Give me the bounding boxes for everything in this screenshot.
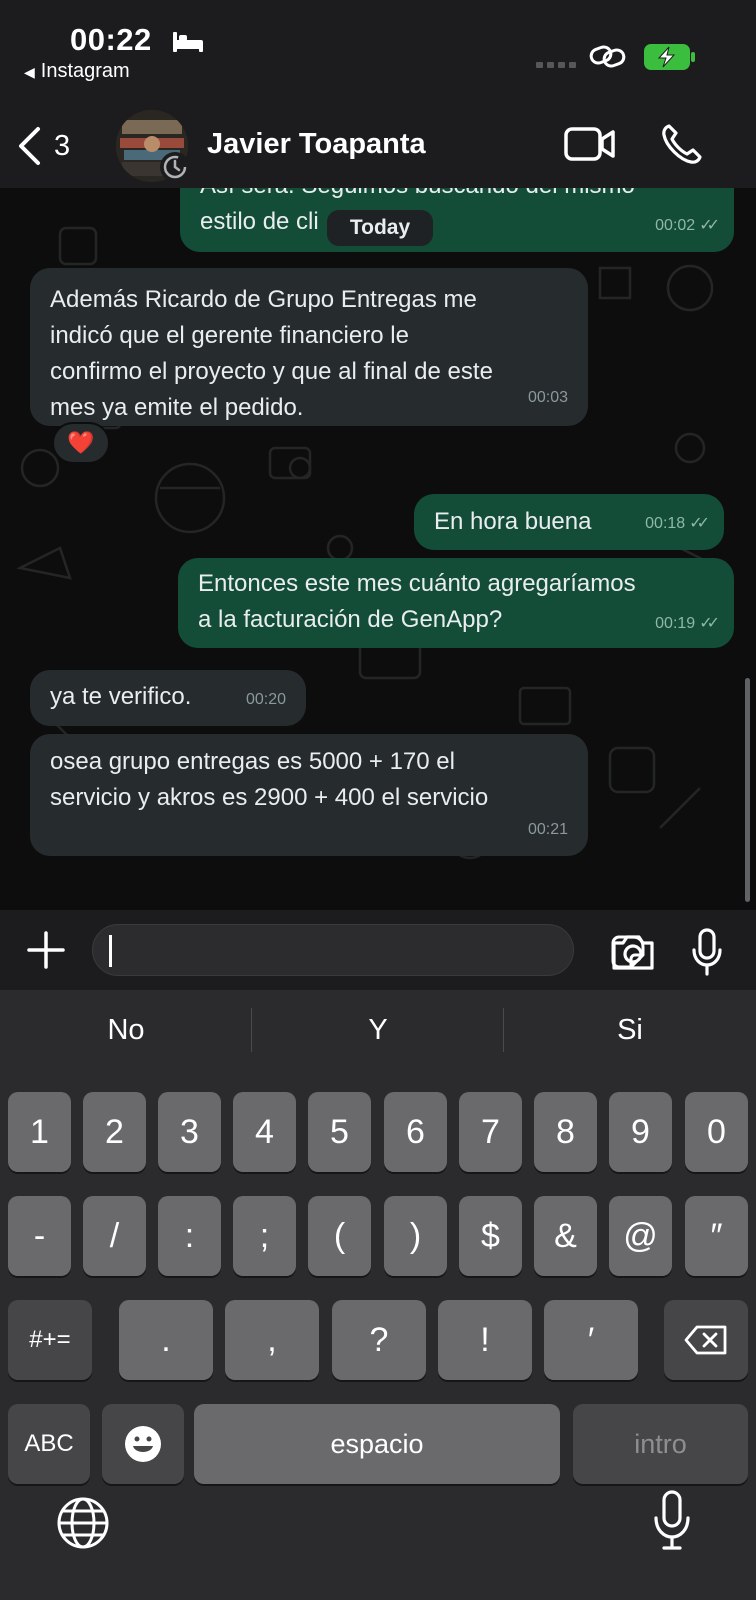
scrollbar[interactable]	[745, 678, 750, 902]
chevron-left-icon	[19, 127, 40, 165]
backspace-icon	[684, 1325, 727, 1355]
message-text: ya te verifico.	[50, 683, 192, 710]
message-bubble[interactable]: ya te verifico. 00:20	[30, 670, 306, 726]
camera-icon[interactable]	[610, 932, 656, 972]
key-at[interactable]: @	[609, 1196, 672, 1276]
key-ampersand[interactable]: &	[534, 1196, 597, 1276]
back-arrow-icon: ◀	[24, 64, 35, 80]
double-check-icon: ✓✓	[699, 217, 720, 234]
key-apostrophe[interactable]: ′	[544, 1300, 638, 1380]
key-slash[interactable]: /	[83, 1196, 146, 1276]
key-quote[interactable]: ″	[685, 1196, 748, 1276]
message-text-line: Así será. Seguimos buscando del mismo	[200, 188, 714, 204]
message-time: 00:02	[655, 217, 696, 234]
message-bubble[interactable]: En hora buena 00:18 ✓✓	[414, 494, 724, 550]
suggestion-no[interactable]: No	[0, 990, 252, 1070]
key-8[interactable]: 8	[534, 1092, 597, 1172]
key-more-symbols[interactable]: #+=	[8, 1300, 92, 1380]
key-dollar[interactable]: $	[459, 1196, 522, 1276]
emoji-icon	[125, 1426, 161, 1462]
message-text-line: a la facturación de GenApp?	[198, 606, 503, 633]
message-text-line: mes ya emite el pedido.	[50, 394, 304, 421]
message-text: En hora buena	[434, 508, 592, 535]
suggestion-si[interactable]: Si	[504, 990, 756, 1070]
battery-charging-icon	[644, 44, 695, 70]
message-bubble[interactable]: Además Ricardo de Grupo Entregas me indi…	[30, 268, 588, 426]
key-open-paren[interactable]: (	[308, 1196, 371, 1276]
link-icon	[589, 45, 626, 68]
date-divider: Today	[327, 210, 433, 246]
text-caret	[109, 935, 112, 967]
emoji-key[interactable]	[102, 1404, 184, 1484]
contact-name[interactable]: Javier Toapanta	[207, 128, 426, 161]
unread-count: 3	[54, 129, 71, 162]
cellular-signal-icon	[536, 62, 576, 68]
backspace-key[interactable]	[664, 1300, 748, 1380]
key-3[interactable]: 3	[158, 1092, 221, 1172]
key-close-paren[interactable]: )	[384, 1196, 447, 1276]
message-bubble[interactable]: Entonces este mes cuánto agregaríamos a …	[178, 558, 734, 648]
key-question[interactable]: ?	[332, 1300, 426, 1380]
double-check-icon: ✓✓	[689, 515, 710, 532]
back-button[interactable]: 3	[16, 122, 86, 170]
message-text-line: Además Ricardo de Grupo Entregas me	[50, 286, 477, 313]
timer-icon	[163, 155, 187, 179]
message-text-line: confirmo el proyecto y que al final de e…	[50, 358, 493, 385]
message-time: 00:19	[655, 615, 696, 632]
message-text-line: Entonces este mes cuánto agregaríamos	[198, 570, 636, 597]
key-5[interactable]: 5	[308, 1092, 371, 1172]
key-exclamation[interactable]: !	[438, 1300, 532, 1380]
message-meta: 00:18 ✓✓	[645, 506, 710, 542]
message-time: 00:21	[527, 821, 568, 838]
key-2[interactable]: 2	[83, 1092, 146, 1172]
suggestion-y[interactable]: Y	[252, 990, 504, 1070]
key-colon[interactable]: :	[158, 1196, 221, 1276]
back-to-app-link[interactable]: ◀ Instagram	[24, 60, 130, 83]
key-semicolon[interactable]: ;	[233, 1196, 296, 1276]
message-text-line: estilo de cli	[200, 208, 319, 235]
heart-reaction[interactable]: ❤️	[52, 422, 110, 464]
key-period[interactable]: .	[119, 1300, 213, 1380]
key-7[interactable]: 7	[459, 1092, 522, 1172]
message-text-line: servicio y akros es 2900 + 400 el servic…	[50, 784, 489, 811]
message-time: 00:03	[527, 389, 568, 406]
top-bar: 00:22 ◀ Instagram 3 Javier Toapanta	[0, 0, 756, 188]
return-key[interactable]: intro	[573, 1404, 748, 1484]
voice-call-icon[interactable]	[660, 122, 704, 166]
globe-icon[interactable]	[56, 1496, 110, 1550]
key-comma[interactable]: ,	[225, 1300, 319, 1380]
message-input[interactable]	[92, 924, 645, 976]
double-check-icon: ✓✓	[699, 615, 720, 632]
message-meta: 00:02 ✓✓	[655, 208, 720, 244]
heart-emoji: ❤️	[67, 430, 95, 455]
key-hyphen[interactable]: -	[8, 1196, 71, 1276]
message-bubble-partial[interactable]: Así será. Seguimos buscando del mismo es…	[180, 188, 734, 252]
plus-icon[interactable]	[26, 930, 66, 970]
dictation-microphone-icon[interactable]	[652, 1490, 692, 1552]
key-abc[interactable]: ABC	[8, 1404, 90, 1484]
message-meta: 00:19 ✓✓	[655, 606, 720, 642]
status-time: 00:22	[70, 22, 152, 57]
message-time: 00:18	[645, 515, 686, 532]
chat-thread[interactable]: Así será. Seguimos buscando del mismo es…	[0, 188, 756, 910]
video-call-icon[interactable]	[563, 124, 617, 164]
key-4[interactable]: 4	[233, 1092, 296, 1172]
key-6[interactable]: 6	[384, 1092, 447, 1172]
sleep-focus-icon	[173, 32, 203, 52]
disappearing-timer-badge	[160, 152, 190, 182]
message-text-line: osea grupo entregas es 5000 + 170 el	[50, 748, 455, 775]
back-app-label: Instagram	[40, 60, 130, 82]
message-time: 00:20	[245, 691, 286, 708]
message-text-line: indicó que el gerente financiero le	[50, 322, 409, 349]
microphone-icon[interactable]	[690, 928, 724, 976]
key-0[interactable]: 0	[685, 1092, 748, 1172]
message-bubble[interactable]: osea grupo entregas es 5000 + 170 el ser…	[30, 734, 588, 856]
key-1[interactable]: 1	[8, 1092, 71, 1172]
key-9[interactable]: 9	[609, 1092, 672, 1172]
space-key[interactable]: espacio	[194, 1404, 560, 1484]
keyboard: No Y Si 1 2 3 4 5 6 7 8 9 0 - / : ; ( ) …	[0, 990, 756, 1600]
message-composer	[0, 910, 756, 990]
